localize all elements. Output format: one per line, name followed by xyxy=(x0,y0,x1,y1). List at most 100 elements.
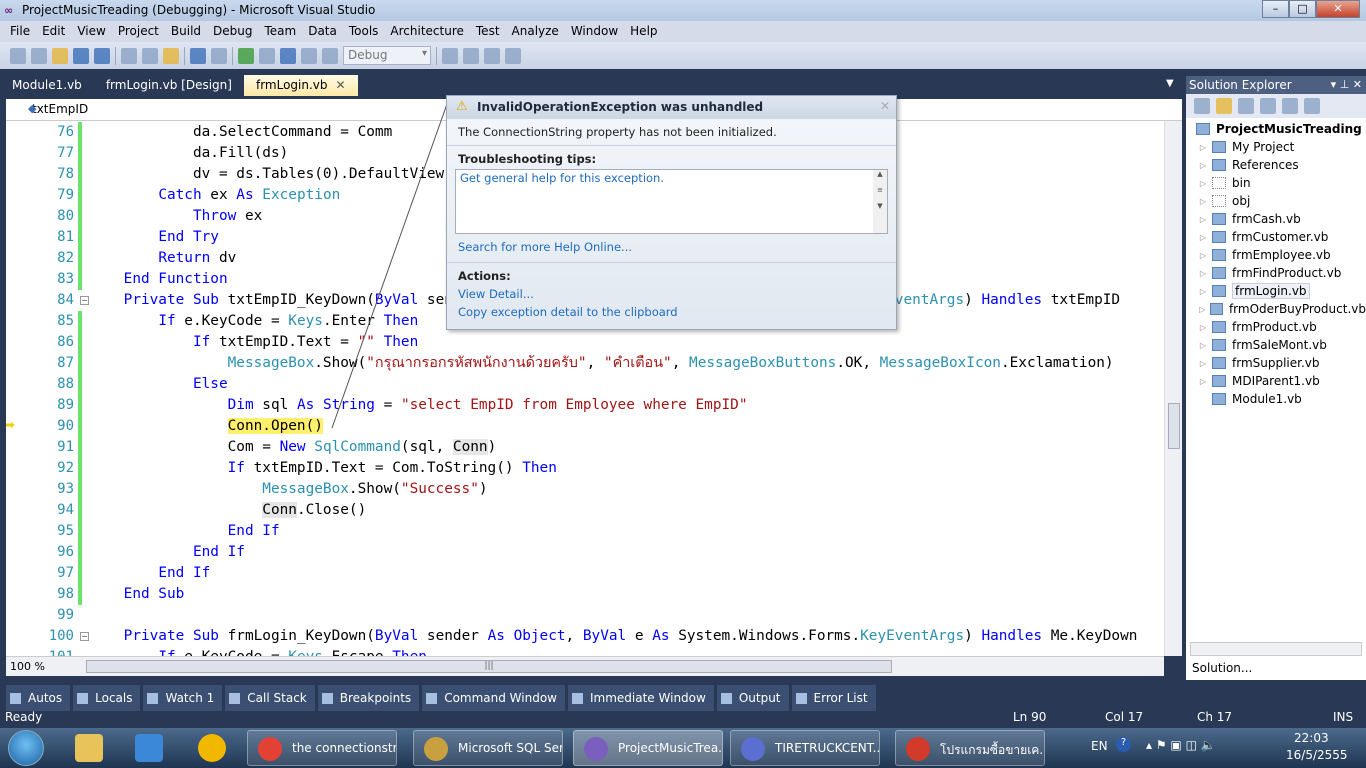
close-icon[interactable]: ✕ xyxy=(880,99,890,113)
toolbox-icon[interactable] xyxy=(505,47,521,64)
tree-item[interactable]: ▷ MDIParent1.vb xyxy=(1194,372,1366,390)
expand-icon[interactable]: ▷ xyxy=(1196,197,1210,206)
save-icon[interactable] xyxy=(73,47,89,64)
vertical-scrollbar[interactable] xyxy=(1164,121,1182,656)
maximize-button[interactable]: □ xyxy=(1289,0,1316,18)
menu-help[interactable]: Help xyxy=(624,21,663,42)
tree-item[interactable]: ▷ frmCash.vb xyxy=(1194,210,1366,228)
code-line[interactable]: MessageBox.Show("Success") xyxy=(89,479,487,500)
find-icon[interactable] xyxy=(442,47,458,64)
menu-data[interactable]: Data xyxy=(302,21,343,42)
expand-icon[interactable]: ▷ xyxy=(1196,215,1210,224)
clock-date[interactable]: 16/5/2555 xyxy=(1286,748,1348,762)
open-icon[interactable] xyxy=(52,47,68,64)
tips-scrollbar[interactable]: ▲ ≡ ▼ xyxy=(873,170,887,233)
horizontal-scrollbar[interactable] xyxy=(1190,642,1362,656)
properties-icon[interactable] xyxy=(484,47,500,64)
expand-icon[interactable]: ▷ xyxy=(1196,269,1210,278)
taskbar-button[interactable]: Microsoft SQL Ser... xyxy=(413,730,563,766)
tree-item[interactable]: ▷ bin xyxy=(1194,174,1366,192)
code-line[interactable]: End Try xyxy=(89,227,219,248)
paste-icon[interactable] xyxy=(163,47,179,64)
tree-item[interactable]: ▷ obj xyxy=(1194,192,1366,210)
menu-analyze[interactable]: Analyze xyxy=(506,21,565,42)
search-online-link[interactable]: Search for more Help Online... xyxy=(447,240,896,254)
expand-icon[interactable]: ▷ xyxy=(1196,251,1210,260)
close-icon[interactable]: ✕ xyxy=(1353,78,1362,91)
code-line[interactable]: Dim sql As String = "select EmpID from E… xyxy=(89,395,748,416)
expand-icon[interactable]: ▷ xyxy=(1196,179,1210,188)
menu-project[interactable]: Project xyxy=(112,21,165,42)
tab-0[interactable]: Module1.vb xyxy=(0,75,94,96)
close-button[interactable]: ✕ xyxy=(1316,0,1360,18)
expand-icon[interactable]: ▷ xyxy=(1196,377,1210,386)
expand-icon[interactable]: ▷ xyxy=(1196,323,1210,332)
expand-icon[interactable]: ▷ xyxy=(1196,305,1208,314)
collapse-icon[interactable]: − xyxy=(80,296,89,305)
expand-icon[interactable]: ▷ xyxy=(1196,143,1210,152)
clock-time[interactable]: 22:03 xyxy=(1294,731,1329,745)
class-diagram-icon[interactable] xyxy=(1304,98,1320,114)
add-project-icon[interactable] xyxy=(10,47,26,64)
general-help-link[interactable]: Get general help for this exception. xyxy=(460,171,883,185)
tree-item[interactable]: ▷ frmOderBuyProduct.vb xyxy=(1194,300,1366,318)
tree-item[interactable]: ▷ frmProduct.vb xyxy=(1194,318,1366,336)
code-line[interactable]: If e.KeyCode = Keys.Escape Then xyxy=(89,647,427,656)
code-line[interactable]: MessageBox.Show("กรุณากรอกรหัสพนักงานด้ว… xyxy=(89,353,1114,374)
code-line[interactable]: Conn.Open() xyxy=(89,416,323,437)
tree-item[interactable]: Module1.vb xyxy=(1194,390,1366,408)
tab-dropdown-icon[interactable]: ▼ xyxy=(1166,78,1174,89)
aimp-icon[interactable] xyxy=(198,734,226,762)
menu-tools[interactable]: Tools xyxy=(343,21,385,42)
view-detail-link[interactable]: View Detail... xyxy=(447,287,896,301)
menu-test[interactable]: Test xyxy=(470,21,506,42)
tree-item[interactable]: ▷ References xyxy=(1194,156,1366,174)
explorer-icon[interactable] xyxy=(75,734,103,762)
view-code-icon[interactable] xyxy=(1260,98,1276,114)
code-line[interactable]: End If xyxy=(89,542,245,563)
code-line[interactable]: If txtEmpID.Text = "" Then xyxy=(89,332,418,353)
tab-2[interactable]: frmLogin.vb ✕ xyxy=(243,75,358,96)
tree-item[interactable]: ▷ frmLogin.vb xyxy=(1194,282,1366,300)
save-all-icon[interactable] xyxy=(94,47,110,64)
solution-config-select[interactable]: Debug xyxy=(343,46,431,65)
expand-icon[interactable]: ▷ xyxy=(1196,359,1210,368)
taskbar-button[interactable]: TIRETRUCKCENT... xyxy=(730,730,880,766)
properties-icon[interactable] xyxy=(1194,98,1210,114)
dropdown-icon[interactable]: ▾ xyxy=(1331,78,1337,91)
menu-architecture[interactable]: Architecture xyxy=(384,21,469,42)
tree-item[interactable]: ▷ frmFindProduct.vb xyxy=(1194,264,1366,282)
code-line[interactable]: End Function xyxy=(89,269,228,290)
pause-icon[interactable] xyxy=(259,47,275,64)
code-line[interactable]: da.Fill(ds) xyxy=(89,143,288,164)
expand-icon[interactable]: ▷ xyxy=(1196,341,1210,350)
start-button[interactable] xyxy=(8,730,44,766)
tree-item[interactable]: ▷ frmCustomer.vb xyxy=(1194,228,1366,246)
expand-icon[interactable]: ▷ xyxy=(1196,287,1210,296)
step-over-icon[interactable] xyxy=(322,47,338,64)
copy-icon[interactable] xyxy=(142,47,158,64)
code-line[interactable]: If txtEmpID.Text = Com.ToString() Then xyxy=(89,458,557,479)
menu-window[interactable]: Window xyxy=(565,21,624,42)
menu-file[interactable]: File xyxy=(4,21,36,42)
redo-icon[interactable] xyxy=(211,47,227,64)
code-line[interactable]: dv = ds.Tables(0).DefaultView xyxy=(89,164,444,185)
tray-icons[interactable]: ▴ ⚑ ▣ ◫ 🔈 xyxy=(1146,738,1216,752)
media-player-icon[interactable] xyxy=(135,734,163,762)
tree-item[interactable]: ▷ My Project xyxy=(1194,138,1366,156)
menu-edit[interactable]: Edit xyxy=(36,21,71,42)
tab-team-explorer[interactable]: Team Ex... xyxy=(1258,659,1332,679)
code-line[interactable]: End If xyxy=(89,563,210,584)
code-line[interactable]: If e.KeyCode = Keys.Enter Then xyxy=(89,311,418,332)
copy-detail-link[interactable]: Copy exception detail to the clipboard xyxy=(447,305,896,319)
continue-icon[interactable] xyxy=(238,47,254,64)
taskbar-button[interactable]: โปรแกรมซื้อขายเค... xyxy=(895,730,1045,766)
expand-icon[interactable]: ▷ xyxy=(1196,161,1210,170)
taskbar-button[interactable]: the connectionstr... xyxy=(247,730,397,766)
tab-solution-explorer[interactable]: Solution... xyxy=(1186,659,1259,679)
tree-item[interactable]: ▷ frmSupplier.vb xyxy=(1194,354,1366,372)
menu-build[interactable]: Build xyxy=(165,21,207,42)
tab-1[interactable]: frmLogin.vb [Design] xyxy=(94,75,244,96)
minimize-button[interactable]: – xyxy=(1262,0,1289,18)
view-designer-icon[interactable] xyxy=(1282,98,1298,114)
